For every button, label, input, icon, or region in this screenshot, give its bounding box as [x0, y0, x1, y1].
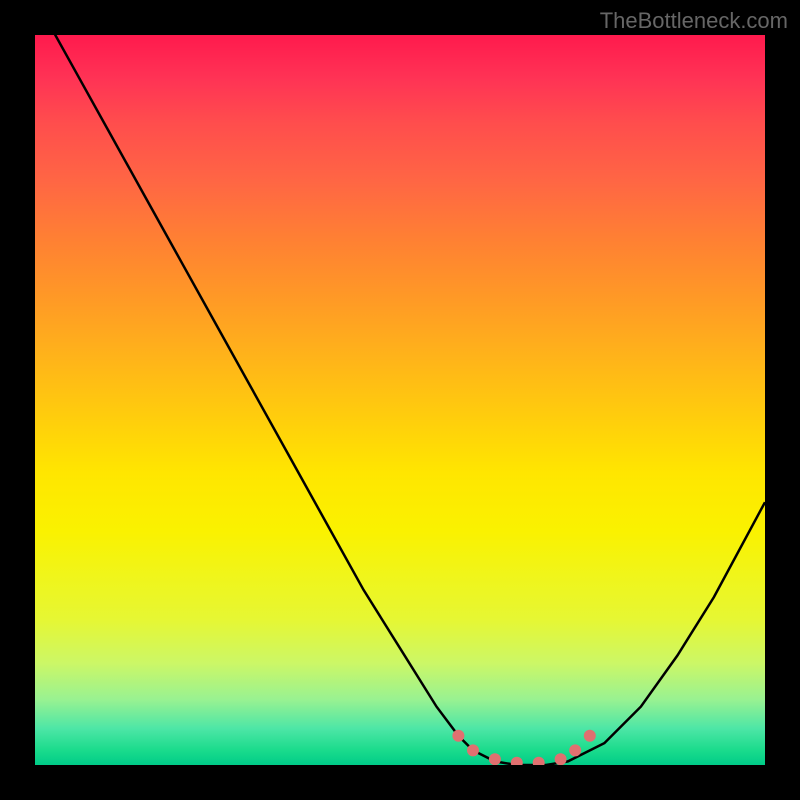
data-marker	[584, 730, 596, 742]
markers-group	[452, 730, 595, 765]
data-marker	[452, 730, 464, 742]
data-marker	[555, 753, 567, 765]
data-marker	[569, 744, 581, 756]
bottleneck-curve-plot	[35, 35, 765, 765]
curve-line	[35, 35, 765, 765]
data-marker	[489, 753, 501, 765]
data-marker	[511, 757, 523, 765]
data-marker	[533, 757, 545, 765]
watermark-text: TheBottleneck.com	[600, 8, 788, 34]
data-marker	[467, 744, 479, 756]
